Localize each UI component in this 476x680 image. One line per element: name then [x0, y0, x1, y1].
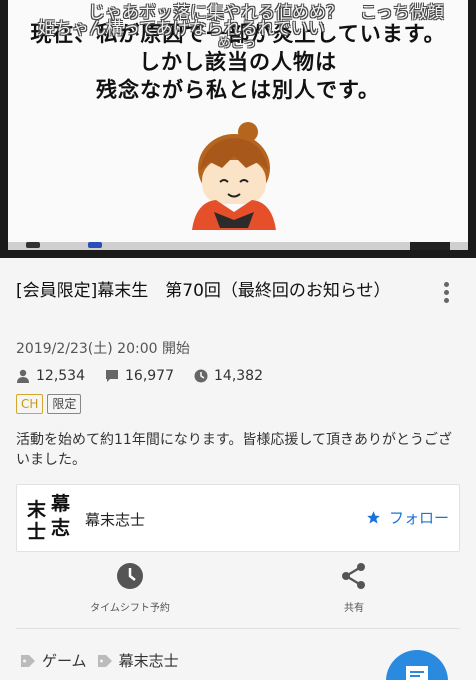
comments-count: 16,977 [125, 368, 174, 384]
program-date: 2019/2/23(土) 20:00 開始 [16, 341, 190, 357]
tag-label: 幕末志士 [118, 652, 179, 670]
program-badges: CH 限定 [16, 394, 85, 414]
logo-char: 幕 [51, 493, 71, 515]
program-title: [会員限定]幕末生 第70回（最終回のお知らせ） [16, 281, 391, 301]
viewers-count: 12,534 [36, 368, 85, 384]
channel-logo: 幕 末 志 士 [27, 493, 77, 545]
timeshift-stat: 14,382 [194, 368, 263, 384]
clock-icon [194, 369, 208, 383]
tag-icon [97, 654, 112, 667]
tag-label: ゲーム [42, 652, 87, 670]
follow-button[interactable]: フォロー [366, 507, 449, 528]
comment-icon [106, 370, 118, 382]
program-description: 活動を始めて約11年間になります。皆様応援して頂きありがとうございました。 [16, 432, 452, 468]
share-label: 共有 [344, 603, 364, 614]
viewers-stat: 12,534 [16, 368, 85, 384]
channel-card[interactable]: 幕 末 志 士 幕末志士 フォロー [16, 484, 460, 552]
eraser [410, 242, 450, 250]
channel-name: 幕末志士 [85, 511, 146, 529]
tag-list: ゲーム 幕末志士 [20, 650, 189, 671]
tag-item[interactable]: ゲーム [20, 650, 87, 671]
black-marker [26, 242, 40, 248]
comment-fab[interactable] [386, 650, 448, 680]
logo-char: 末 [27, 499, 47, 521]
blue-marker [88, 242, 102, 248]
tag-item[interactable]: 幕末志士 [97, 650, 179, 671]
share-button[interactable]: 共有 [274, 560, 434, 615]
action-bar: タイムシフト予約 共有 [0, 560, 476, 630]
divider [16, 628, 460, 629]
comments-stat: 16,977 [105, 368, 174, 384]
clock-icon [117, 563, 143, 589]
logo-char: 士 [27, 521, 47, 543]
more-vert-icon[interactable] [444, 282, 450, 306]
video-player[interactable]: 現在、私が原因で一部が炎上しています。 しかし該当の人物は 残念ながら私とは別人… [0, 0, 476, 258]
share-icon [342, 563, 365, 589]
slide-line-3: 残念ながら私とは別人です。 [96, 78, 380, 102]
limited-badge: 限定 [47, 394, 82, 414]
whiteboard-tray [8, 242, 468, 250]
program-details: [会員限定]幕末生 第70回（最終回のお知らせ） 2019/2/23(土) 20… [0, 258, 476, 680]
comment-compose-icon [406, 666, 428, 680]
video-frame[interactable]: 現在、私が原因で一部が炎上しています。 しかし該当の人物は 残念ながら私とは別人… [8, 0, 468, 250]
ch-badge: CH [16, 394, 44, 414]
timeshift-count: 14,382 [214, 368, 263, 384]
overlay-comment: めこっ [218, 36, 257, 51]
timeshift-reserve-label: タイムシフト予約 [90, 603, 170, 614]
follow-label: フォロー [388, 509, 449, 527]
star-icon [367, 511, 380, 524]
character-illustration [192, 122, 276, 230]
person-icon [17, 369, 29, 383]
program-stats: 12,534 16,977 14,382 [16, 368, 283, 384]
logo-char: 志 [51, 517, 71, 539]
tag-icon [21, 654, 35, 667]
slide-line-2: しかし該当の人物は [139, 50, 337, 74]
overlay-comment: 姫ちゃん構ってあげなられるれでいい [38, 19, 326, 39]
timeshift-reserve-button[interactable]: タイムシフト予約 [50, 560, 210, 615]
